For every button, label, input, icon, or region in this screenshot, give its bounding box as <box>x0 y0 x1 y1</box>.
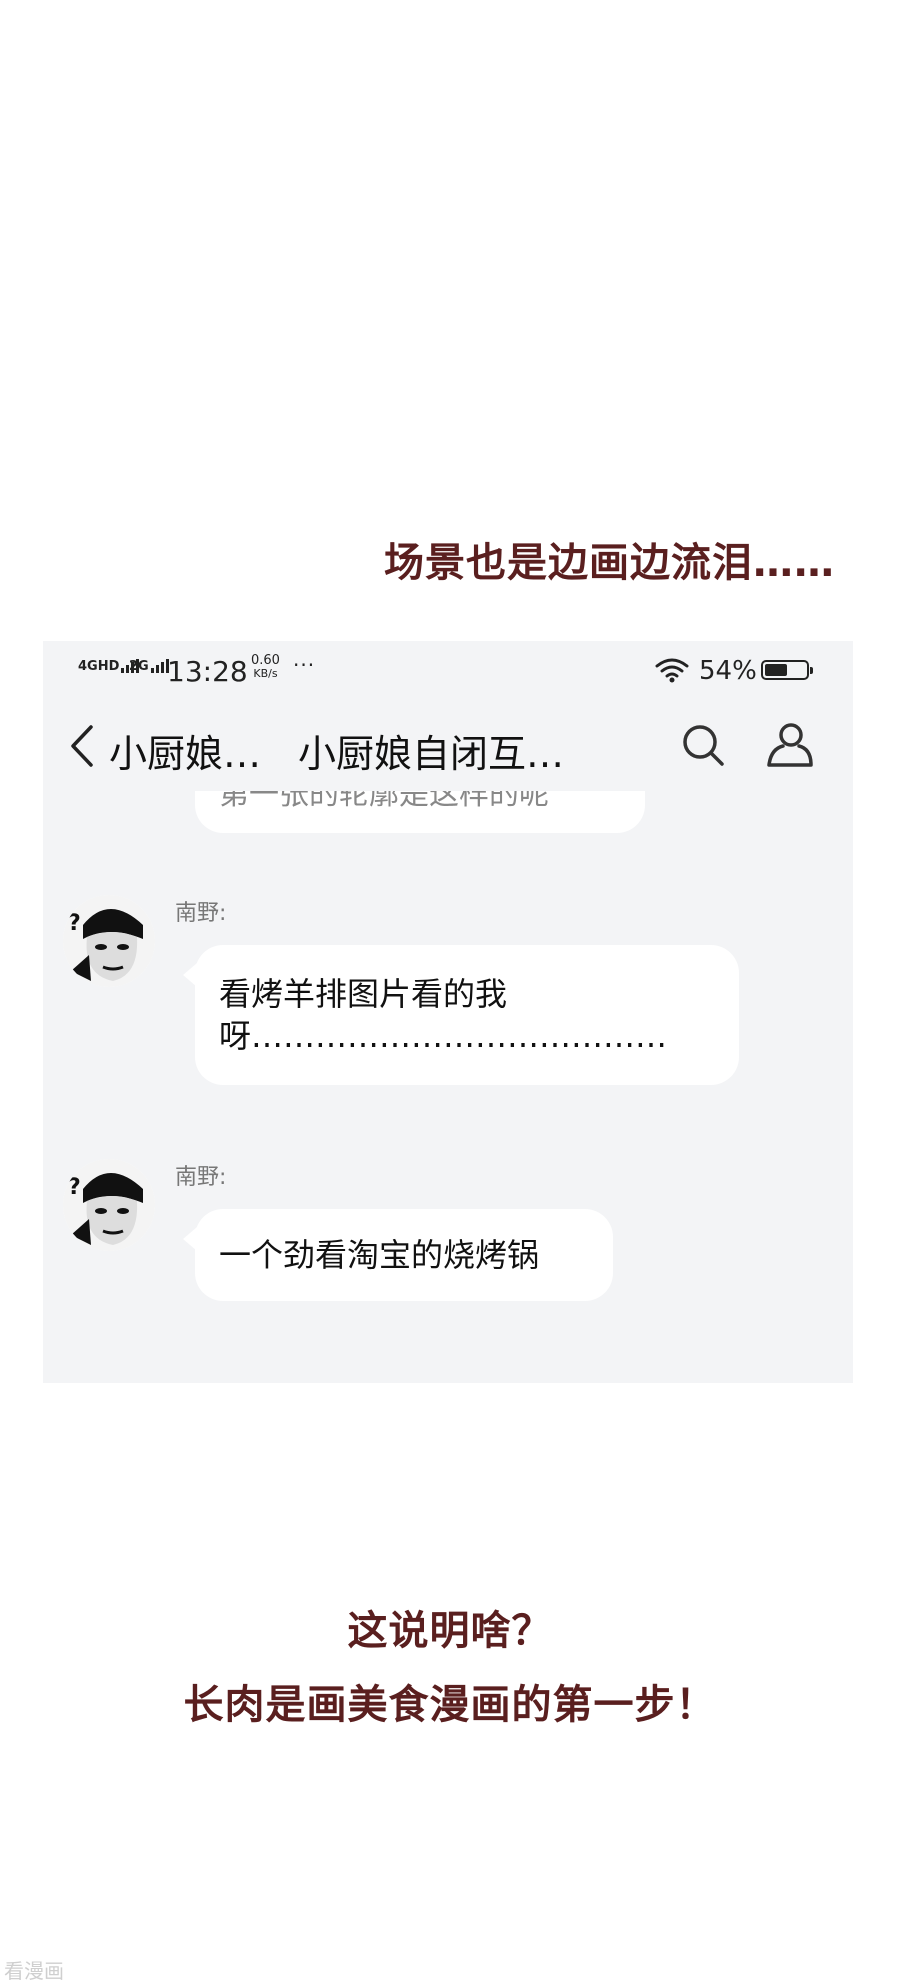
group-members-button[interactable] <box>763 719 815 775</box>
signal-2g-icon: 2G <box>129 657 169 673</box>
svg-text:?: ? <box>68 911 81 936</box>
more-status-icon: ··· <box>293 653 316 677</box>
message-text: 一个劲看淘宝的烧烤锅 <box>219 1236 540 1274</box>
sender-name: 南野: <box>175 901 227 926</box>
chat-title: 小厨娘自闭互… <box>298 732 565 776</box>
back-label[interactable]: 小厨娘… <box>109 723 261 778</box>
battery-icon <box>761 660 813 680</box>
status-time: 13:28 <box>167 655 248 688</box>
chat-header: 小厨娘… 小厨娘自闭互… <box>43 699 853 791</box>
chat-messages: 第一张的轮廓是这样的呢 ? 南野: 看烤羊排图片看的我呀………………………………… <box>43 791 853 1383</box>
wifi-icon <box>655 657 689 690</box>
search-icon <box>683 725 724 766</box>
search-button[interactable] <box>679 721 727 773</box>
message-bubble-partial: 第一张的轮廓是这样的呢 <box>195 791 645 833</box>
network-speed-value: 0.60 <box>251 653 280 668</box>
watermark: 看漫画 <box>4 1959 64 1983</box>
network-speed-unit: KB/s <box>253 667 278 680</box>
network-4g-label: 4GHD <box>78 659 120 674</box>
svg-text:?: ? <box>68 1175 81 1200</box>
meme-face-icon: ? <box>63 1159 155 1251</box>
caption-top: 场景也是边画边流泪…… <box>384 540 835 586</box>
message-bubble[interactable]: 一个劲看淘宝的烧烤锅 <box>195 1209 613 1301</box>
sender-name: 南野: <box>175 1165 227 1190</box>
message-text: 看烤羊排图片看的我呀………………………………… <box>219 975 668 1055</box>
network-2g-label: 2G <box>129 659 149 674</box>
avatar[interactable]: ? <box>63 895 155 987</box>
network-speed: 0.60 KB/s <box>251 654 280 680</box>
message-bubble[interactable]: 看烤羊排图片看的我呀………………………………… <box>195 945 739 1085</box>
status-bar: 4GHD 2G 13:28 0.60 KB/s ··· 54% <box>43 641 853 699</box>
caption-bottom-line2: 长肉是画美食漫画的第一步！ <box>183 1682 717 1728</box>
meme-face-icon: ? <box>63 895 155 987</box>
battery-percent: 54% <box>699 656 757 686</box>
chat-screenshot: 4GHD 2G 13:28 0.60 KB/s ··· 54% 小厨娘… 小厨娘… <box>43 641 853 1383</box>
person-icon <box>767 723 813 767</box>
battery-fill <box>765 664 787 676</box>
back-button[interactable] <box>63 721 103 771</box>
partial-message-text: 第一张的轮廓是这样的呢 <box>219 791 549 812</box>
caption-bottom-line1: 这说明啥？ <box>347 1608 553 1654</box>
chevron-left-icon <box>71 725 93 767</box>
avatar[interactable]: ? <box>63 1159 155 1251</box>
